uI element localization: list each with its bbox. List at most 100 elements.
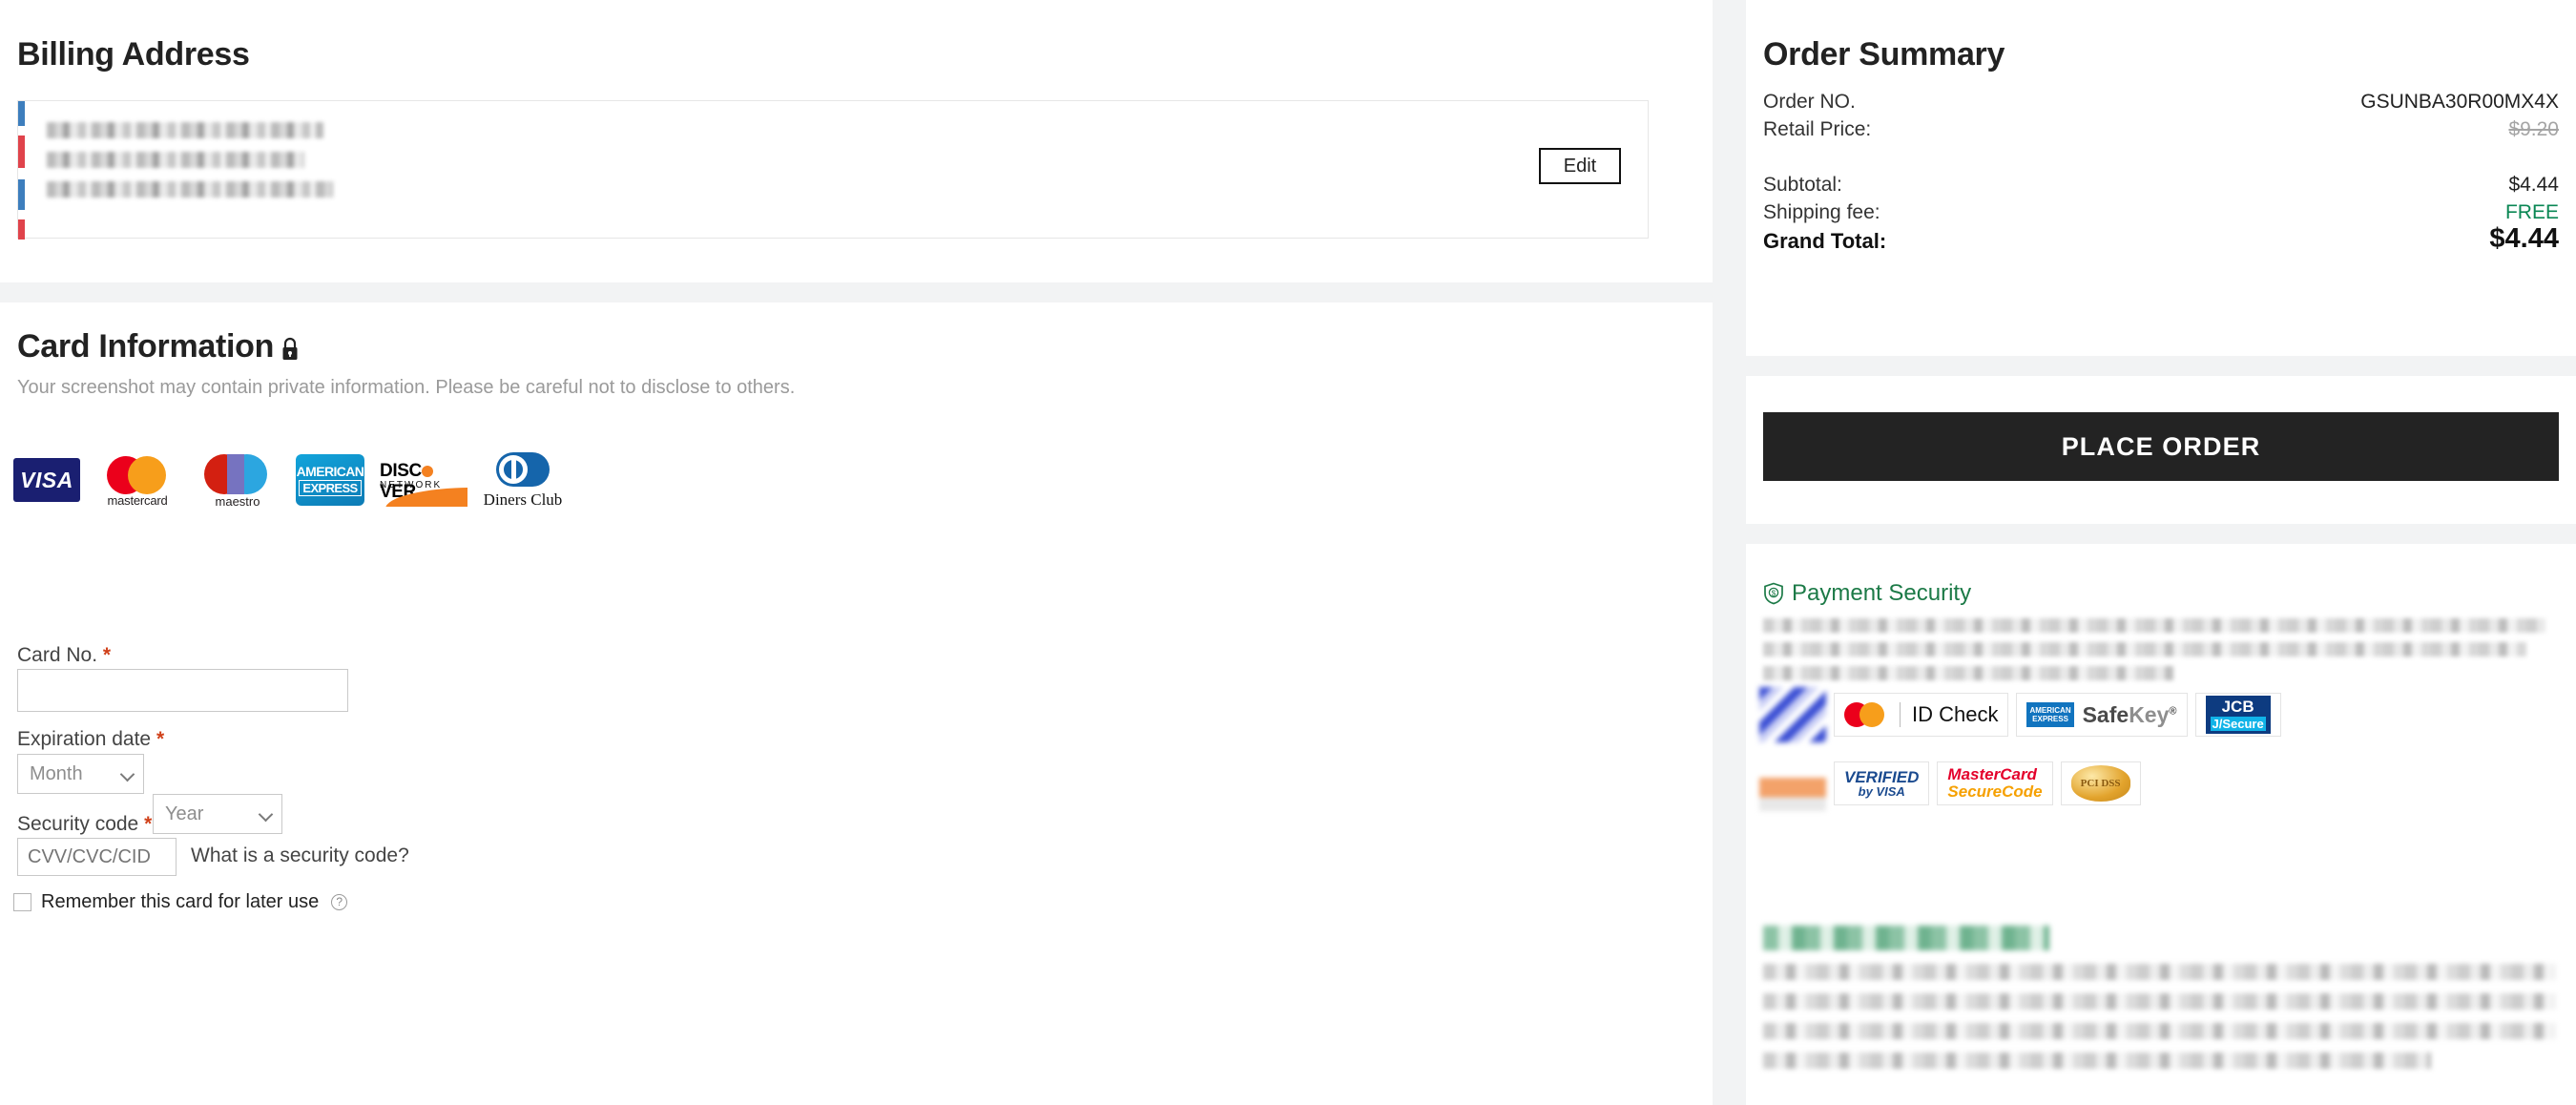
pci-dss-badge: PCI DSS — [2060, 761, 2141, 805]
right-column: Order Summary Order NO. GSUNBA30R00MX4X … — [1746, 0, 2576, 1105]
remember-card-label: Remember this card for later use — [41, 891, 320, 912]
mastercard-label: mastercard — [107, 493, 168, 508]
expiration-date-label: Expiration date * — [17, 728, 164, 751]
summary-label: Grand Total: — [1763, 229, 1887, 253]
pci-dss-icon: PCI DSS — [2070, 765, 2130, 802]
required-asterisk: * — [156, 728, 165, 750]
expiration-year-value: Year — [165, 803, 204, 824]
address-accent-stripe — [18, 101, 25, 240]
expiration-month-value: Month — [30, 763, 83, 784]
mastercard-securecode-badge: MasterCard SecureCode — [1937, 761, 2053, 805]
summary-value: $9.20 — [2508, 118, 2559, 140]
security-code-label: Security code * — [17, 813, 152, 836]
checkout-page: Billing Address Edit Card Information Yo… — [0, 0, 2576, 1105]
mastercard-circles-icon — [1844, 702, 1888, 727]
safekey-label: SafeKey® — [2082, 701, 2177, 727]
place-order-button[interactable]: PLACE ORDER — [1763, 412, 2559, 481]
lock-icon — [280, 337, 301, 362]
card-information-heading: Card Information — [17, 328, 301, 365]
amex-mini-line1: AMERICAN — [2029, 705, 2071, 715]
discover-protectbuy-blurred-badge — [1759, 756, 1826, 811]
card-number-input[interactable] — [17, 669, 348, 712]
american-express-icon: AMERICAN EXPRESS — [296, 450, 364, 510]
summary-label: Retail Price: — [1763, 118, 1872, 140]
summary-value: $4.44 — [2508, 174, 2559, 196]
help-icon[interactable]: ? — [331, 894, 348, 910]
security-code-help-link[interactable]: What is a security code? — [191, 844, 409, 867]
security-badges-row-1: ID Check AMERICAN EXPRESS SafeKey® JCB J… — [1759, 687, 2281, 742]
summary-row-order-no: Order NO. GSUNBA30R00MX4X — [1763, 91, 2559, 114]
svg-text:$: $ — [1772, 589, 1776, 597]
payment-security-heading: $ Payment Security — [1763, 580, 1971, 607]
mastercard-label: MasterCard — [1947, 765, 2037, 784]
summary-row-retail-price: Retail Price: $9.20 — [1763, 118, 2559, 141]
edit-billing-address-button[interactable]: Edit — [1539, 148, 1621, 184]
id-check-label: ID Check — [1912, 702, 1999, 726]
summary-value: FREE — [2504, 201, 2559, 223]
maestro-icon: maestro — [195, 450, 280, 510]
discover-icon: DISCVER NETWORK — [380, 450, 467, 510]
accepted-card-brands: VISA mastercard maestro AMERICAN EXPRESS… — [13, 450, 563, 510]
maestro-label: maestro — [215, 494, 260, 509]
remember-card-row[interactable]: Remember this card for later use ? — [13, 891, 348, 913]
billing-address-box: Edit — [17, 100, 1649, 240]
by-visa-label: by VISA — [1858, 784, 1905, 799]
card-number-label: Card No. * — [17, 644, 111, 667]
security-code-input[interactable] — [17, 838, 177, 876]
place-order-panel: PLACE ORDER — [1746, 376, 2576, 524]
jcb-icon: JCB J/Secure — [2205, 696, 2271, 734]
payment-security-title: Payment Security — [1792, 580, 1972, 606]
order-summary-title: Order Summary — [1763, 36, 2005, 73]
required-asterisk: * — [144, 813, 153, 835]
page-title: Billing Address — [17, 36, 250, 73]
customer-privacy-redacted-text — [1763, 964, 2555, 1082]
jcb-j-secure-badge: JCB J/Secure — [2194, 693, 2281, 737]
mastercard-icon: mastercard — [95, 450, 179, 510]
summary-label: Shipping fee: — [1763, 201, 1880, 223]
summary-label: Order NO. — [1763, 91, 1856, 113]
visa-icon: VISA — [13, 450, 80, 510]
summary-row-grand-total: Grand Total: $4.44 — [1763, 223, 2559, 261]
payment-security-redacted-text — [1763, 618, 2545, 690]
verified-label: VERIFIED — [1844, 768, 1920, 786]
verified-by-visa-badge: VERIFIED by VISA — [1834, 761, 1930, 805]
expiration-month-select[interactable]: Month — [17, 754, 144, 794]
card-information-panel: Card Information Your screenshot may con… — [0, 302, 1713, 1105]
amex-line1: AMERICAN — [296, 463, 364, 479]
jcb-label: JCB — [2221, 698, 2254, 716]
security-badges-row-2: VERIFIED by VISA MasterCard SecureCode P… — [1759, 756, 2141, 811]
customer-privacy-title-redacted — [1763, 926, 2049, 950]
billing-address-redacted-text — [47, 122, 352, 211]
billing-address-panel: Billing Address Edit — [0, 0, 1713, 282]
summary-row-shipping-fee: Shipping fee: FREE — [1763, 201, 2559, 224]
summary-value: GSUNBA30R00MX4X — [2360, 91, 2559, 113]
chevron-down-icon — [119, 766, 135, 782]
card-information-title: Card Information — [17, 328, 275, 365]
shield-dollar-icon: $ — [1763, 582, 1784, 605]
verified-by-visa-blurred-badge — [1759, 687, 1826, 742]
amex-safekey-badge: AMERICAN EXPRESS SafeKey® — [2016, 693, 2188, 737]
card-privacy-note: Your screenshot may contain private info… — [17, 377, 796, 398]
remember-card-checkbox[interactable] — [13, 893, 31, 911]
verified-by-visa-icon: VERIFIED by VISA — [1844, 769, 1919, 798]
chevron-down-icon — [258, 806, 274, 823]
securecode-label: SecureCode — [1947, 782, 2043, 801]
diners-club-icon: Diners Club — [483, 450, 563, 510]
visa-label: VISA — [20, 467, 73, 492]
summary-row-subtotal: Subtotal: $4.44 — [1763, 174, 2559, 197]
customer-privacy-heading — [1763, 926, 2049, 950]
left-column: Billing Address Edit Card Information Yo… — [0, 0, 1713, 1105]
security-code-label-text: Security code — [17, 813, 139, 835]
amex-line2: EXPRESS — [299, 479, 362, 496]
order-summary-panel: Order Summary Order NO. GSUNBA30R00MX4X … — [1746, 0, 2576, 356]
card-number-label-text: Card No. — [17, 644, 98, 666]
expiration-date-label-text: Expiration date — [17, 728, 152, 750]
amex-mini-icon: AMERICAN EXPRESS — [2026, 701, 2074, 728]
diners-club-label: Diners Club — [483, 490, 563, 509]
required-asterisk: * — [102, 644, 112, 666]
payment-security-panel: $ Payment Security ID Check AMERICAN EXP… — [1746, 544, 2576, 1105]
mastercard-securecode-icon: MasterCard SecureCode — [1947, 766, 2042, 801]
summary-value: $4.44 — [2489, 223, 2559, 254]
expiration-year-select[interactable]: Year — [153, 794, 282, 834]
mastercard-id-check-badge: ID Check — [1834, 693, 2009, 737]
